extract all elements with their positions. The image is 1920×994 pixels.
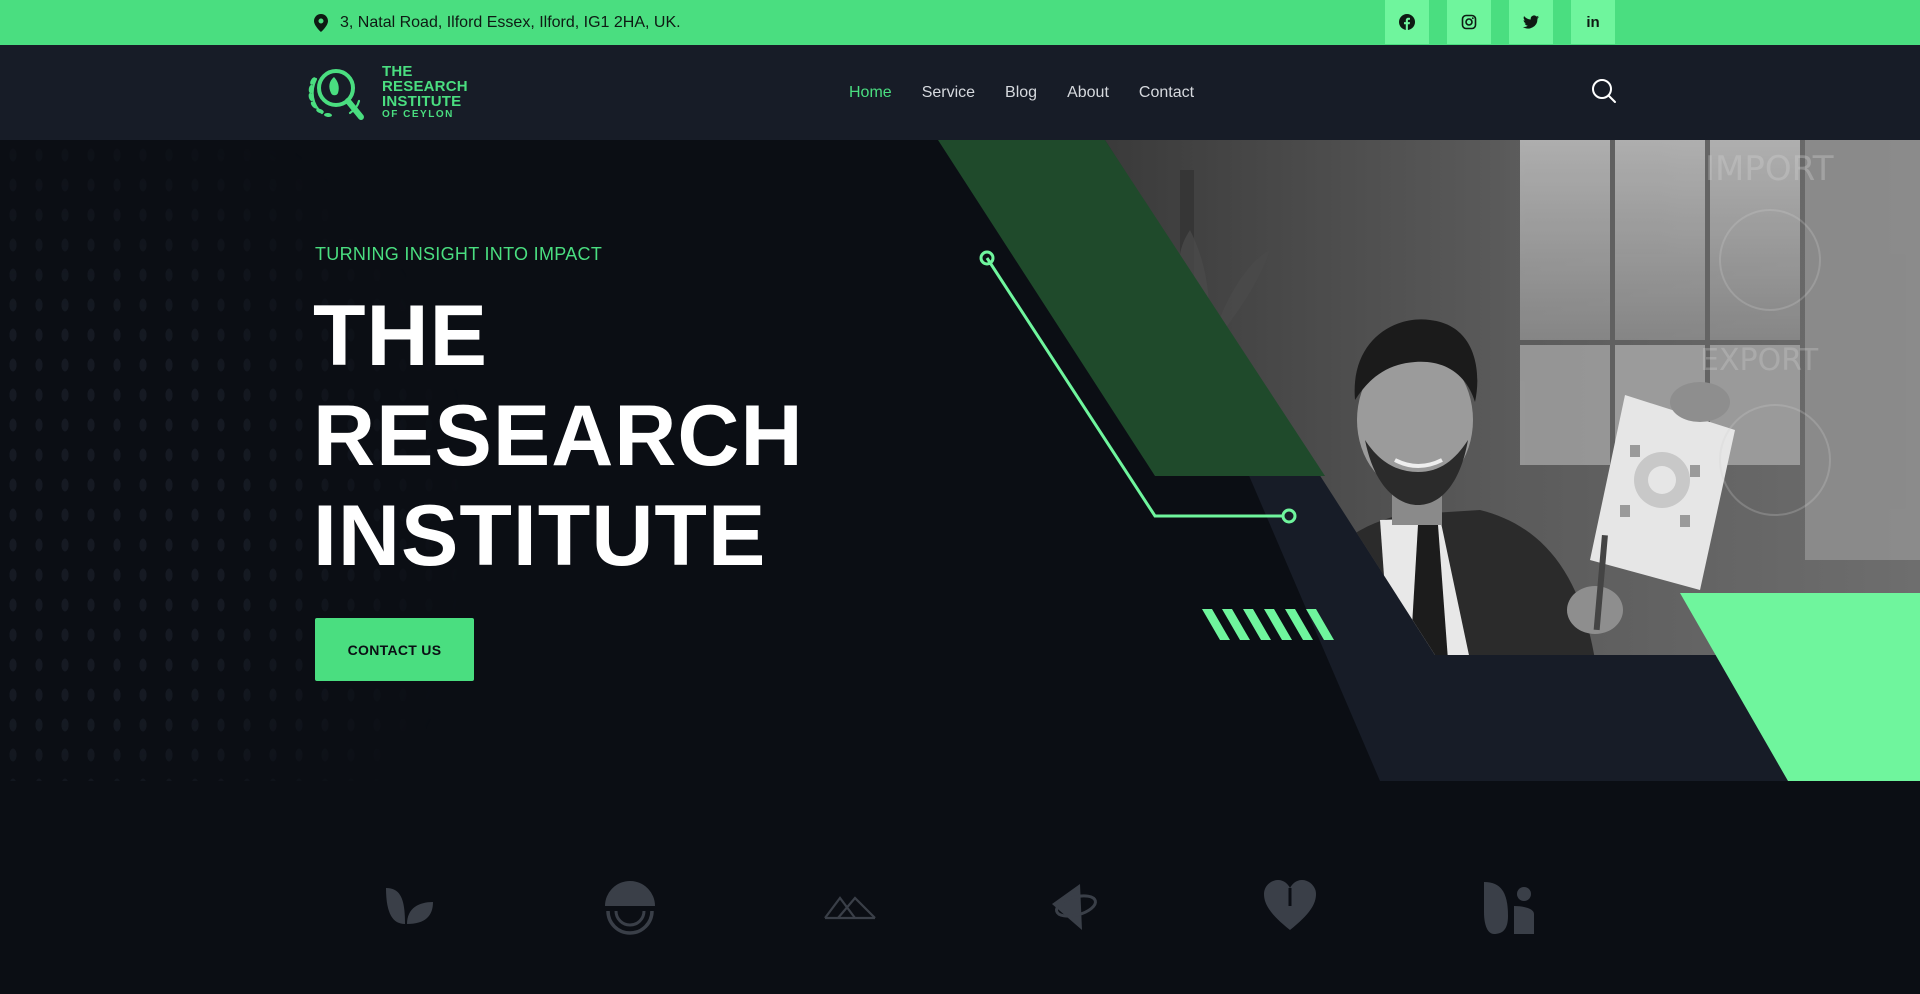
hero-title-line-2: RESEARCH	[313, 388, 804, 484]
nav-service[interactable]: Service	[922, 84, 975, 102]
linkedin-link[interactable]: in	[1571, 0, 1615, 44]
hero-eyebrow: TURNING INSIGHT INTO IMPACT	[315, 244, 603, 264]
nav-blog[interactable]: Blog	[1005, 84, 1037, 102]
address: 3, Natal Road, Ilford Essex, Ilford, IG1…	[314, 0, 681, 45]
logo-line-1: THE	[382, 62, 413, 80]
svg-text:EXPORT: EXPORT	[1700, 343, 1819, 378]
twitter-icon	[1523, 15, 1539, 29]
mountains-logo-icon	[824, 896, 876, 920]
heart-logo-icon	[1264, 880, 1316, 930]
nav-home[interactable]: Home	[849, 84, 892, 102]
main-nav: Home Service Blog About Contact	[849, 45, 1194, 140]
facebook-link[interactable]	[1385, 0, 1429, 44]
nav-about[interactable]: About	[1067, 84, 1109, 102]
partner-logos	[0, 781, 1920, 994]
twitter-link[interactable]	[1509, 0, 1553, 44]
facebook-icon	[1399, 14, 1415, 30]
hero-title-line-1: THE	[313, 288, 488, 384]
logo-line-4: OF CEYLON	[382, 108, 454, 120]
instagram-link[interactable]	[1447, 0, 1491, 44]
site-header: THE RESEARCH INSTITUTE OF CEYLON Home Se…	[0, 45, 1920, 140]
linkedin-icon: in	[1586, 13, 1600, 31]
planet-logo-icon	[1052, 884, 1097, 930]
half-circle-logo-icon	[605, 881, 655, 935]
search-button[interactable]	[1590, 78, 1618, 106]
hero-artwork: IMPORT EXPORT	[938, 140, 1920, 781]
contact-us-button[interactable]: CONTACT US	[315, 618, 474, 681]
magnifier-laurel-logo	[308, 69, 364, 120]
site-logo[interactable]: THE RESEARCH INSTITUTE OF CEYLON	[306, 61, 468, 123]
hero-section: IMPORT EXPORT TURNING INSIGHT INTO IMPAC…	[0, 140, 1920, 781]
logo-line-2: RESEARCH	[382, 77, 468, 95]
hero-title-line-3: INSTITUTE	[313, 488, 767, 584]
svg-text:IMPORT: IMPORT	[1705, 149, 1834, 189]
top-bar: 3, Natal Road, Ilford Essex, Ilford, IG1…	[0, 0, 1920, 45]
hero-title: THE RESEARCH INSTITUTE	[313, 286, 804, 586]
location-pin-icon	[314, 13, 328, 32]
leaf-logo-icon	[386, 888, 433, 924]
instagram-icon	[1461, 14, 1477, 30]
logo-wordmark: THE RESEARCH INSTITUTE OF CEYLON	[382, 64, 468, 121]
address-text: 3, Natal Road, Ilford Essex, Ilford, IG1…	[340, 13, 681, 31]
search-icon	[1592, 79, 1616, 103]
nav-contact[interactable]: Contact	[1139, 84, 1194, 102]
logo-line-3: INSTITUTE	[382, 92, 462, 110]
sprout-logo-icon	[1484, 882, 1534, 934]
